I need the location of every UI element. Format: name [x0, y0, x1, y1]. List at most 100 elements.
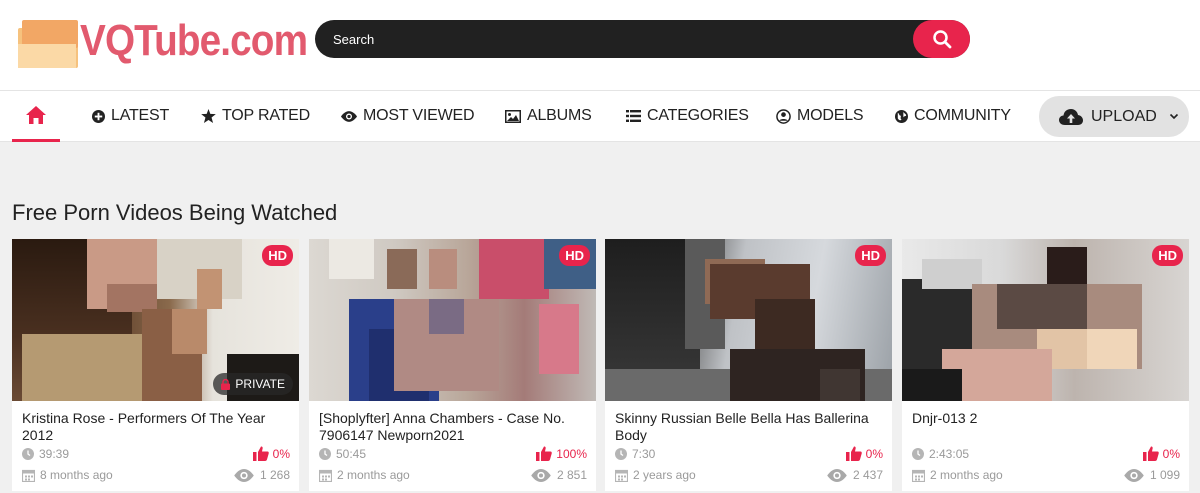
video-views: 2 851: [531, 468, 587, 482]
video-title[interactable]: Kristina Rose - Performers Of The Year 2…: [22, 410, 282, 444]
video-views: 1 268: [234, 468, 290, 482]
video-card[interactable]: HD Dnjr-013 2 2:43:05 2 months ago 0% 1 …: [902, 239, 1189, 491]
duration-text: 39:39: [39, 447, 70, 461]
nav-community[interactable]: COMMUNITY: [895, 91, 1011, 141]
views-text: 1 099: [1149, 468, 1180, 482]
video-thumbnail[interactable]: HD PRIVATE: [12, 239, 299, 401]
lock-icon: [221, 378, 231, 390]
chevron-down-icon: [1169, 113, 1178, 120]
logo-mark: [18, 16, 78, 68]
home-icon: [26, 106, 46, 124]
calendar-icon: [912, 469, 925, 482]
private-badge: PRIVATE: [213, 373, 293, 395]
cloud-upload-icon: [1059, 108, 1083, 125]
hd-badge: HD: [559, 245, 590, 266]
video-title[interactable]: [Shoplyfter] Anna Chambers - Case No. 79…: [319, 410, 579, 444]
video-age: 2 months ago: [319, 468, 410, 482]
site-logo[interactable]: VQTube.com: [18, 14, 338, 68]
video-title[interactable]: Skinny Russian Belle Bella Has Ballerina…: [615, 410, 875, 444]
upload-label: UPLOAD: [1091, 107, 1157, 125]
video-views: 1 099: [1124, 468, 1180, 482]
views-text: 1 268: [259, 468, 290, 482]
views-text: 2 851: [556, 468, 587, 482]
search-icon: [932, 30, 951, 49]
private-label: PRIVATE: [235, 377, 285, 391]
age-text: 2 months ago: [337, 468, 410, 482]
age-text: 8 months ago: [40, 468, 113, 482]
rating-text: 0%: [865, 446, 883, 461]
video-card[interactable]: HD PRIVATE Kristina Rose - Performers Of…: [12, 239, 299, 491]
clock-icon: [319, 448, 331, 460]
logo-text: VQTube.com: [80, 16, 308, 65]
rating-text: 100%: [556, 446, 587, 461]
duration-text: 50:45: [336, 447, 367, 461]
hd-badge: HD: [262, 245, 293, 266]
video-rating: 100%: [536, 446, 587, 461]
thumbs-up-icon: [252, 446, 269, 461]
video-rating: 0%: [845, 446, 883, 461]
nav-categories[interactable]: CATEGORIES: [626, 91, 749, 141]
calendar-icon: [615, 469, 628, 482]
duration-text: 2:43:05: [929, 447, 970, 461]
image-icon: [505, 109, 521, 123]
nav-categories-label: CATEGORIES: [647, 107, 749, 124]
nav-albums-label: ALBUMS: [527, 107, 592, 124]
rating-text: 0%: [1162, 446, 1180, 461]
plus-circle-icon: [92, 109, 105, 123]
main-nav: LATEST TOP RATED MOST VIEWED ALBUMS CATE…: [0, 90, 1200, 142]
clock-icon: [22, 448, 34, 460]
eye-icon: [234, 468, 254, 482]
thumbs-up-icon: [536, 446, 553, 461]
video-duration: 39:39: [22, 447, 69, 461]
search-input[interactable]: [333, 20, 893, 58]
eye-icon: [827, 468, 847, 482]
nav-models[interactable]: MODELS: [776, 91, 864, 141]
list-icon: [626, 110, 641, 122]
video-duration: 50:45: [319, 447, 366, 461]
nav-most-viewed-label: MOST VIEWED: [363, 107, 475, 124]
eye-icon: [1124, 468, 1144, 482]
video-rating: 0%: [252, 446, 290, 461]
video-views: 2 437: [827, 468, 883, 482]
video-card[interactable]: HD [Shoplyfter] Anna Chambers - Case No.…: [309, 239, 596, 491]
video-age: 2 years ago: [615, 468, 696, 482]
search-bar: [315, 20, 970, 58]
nav-community-label: COMMUNITY: [914, 107, 1011, 124]
user-circle-icon: [776, 108, 791, 124]
video-rating: 0%: [1142, 446, 1180, 461]
nav-top-rated-label: TOP RATED: [222, 107, 310, 124]
clock-icon: [615, 448, 627, 460]
nav-albums[interactable]: ALBUMS: [505, 91, 592, 141]
eye-icon: [341, 110, 357, 122]
video-thumbnail[interactable]: HD: [605, 239, 892, 401]
section-title: Free Porn Videos Being Watched: [12, 200, 338, 225]
upload-button[interactable]: UPLOAD: [1039, 96, 1189, 137]
search-button[interactable]: [913, 20, 970, 58]
site-header: VQTube.com: [0, 0, 1200, 90]
video-duration: 7:30: [615, 447, 655, 461]
age-text: 2 months ago: [930, 468, 1003, 482]
thumbs-up-icon: [845, 446, 862, 461]
video-thumbnail[interactable]: HD: [902, 239, 1189, 401]
thumbs-up-icon: [1142, 446, 1159, 461]
nav-models-label: MODELS: [797, 107, 864, 124]
clock-icon: [912, 448, 924, 460]
calendar-icon: [22, 469, 35, 482]
video-title[interactable]: Dnjr-013 2: [912, 410, 1172, 427]
nav-most-viewed[interactable]: MOST VIEWED: [341, 91, 474, 141]
age-text: 2 years ago: [633, 468, 696, 482]
globe-icon: [895, 109, 908, 123]
video-card[interactable]: HD Skinny Russian Belle Bella Has Baller…: [605, 239, 892, 491]
calendar-icon: [319, 469, 332, 482]
nav-home[interactable]: [12, 91, 60, 142]
hd-badge: HD: [1152, 245, 1183, 266]
hd-badge: HD: [855, 245, 886, 266]
rating-text: 0%: [272, 446, 290, 461]
video-age: 2 months ago: [912, 468, 1003, 482]
video-thumbnail[interactable]: HD: [309, 239, 596, 401]
nav-top-rated[interactable]: TOP RATED: [201, 91, 310, 141]
star-icon: [201, 109, 216, 123]
duration-text: 7:30: [632, 447, 656, 461]
nav-latest[interactable]: LATEST: [92, 91, 169, 141]
video-age: 8 months ago: [22, 468, 113, 482]
